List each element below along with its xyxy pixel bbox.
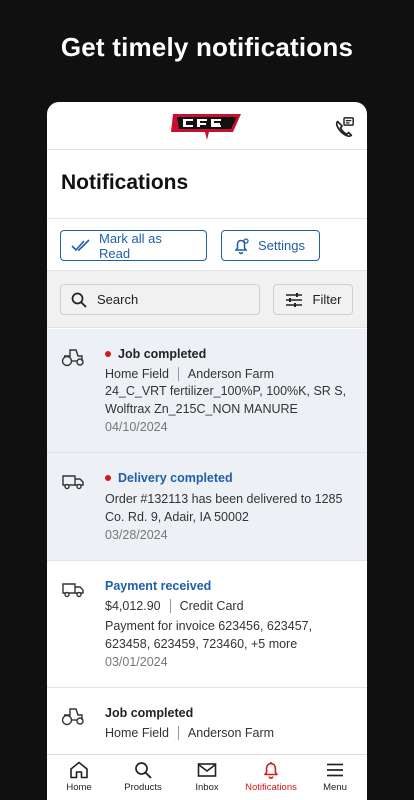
top-bar: [47, 102, 367, 150]
notification-list: Job completed Home Field Anderson Farm 2…: [47, 329, 367, 754]
search-input[interactable]: Search: [60, 284, 260, 315]
notification-title: Payment received: [105, 579, 212, 593]
meta-divider: [169, 599, 171, 613]
notification-title-row: Job completed: [105, 706, 351, 720]
meta-farm: Anderson Farm: [187, 726, 275, 740]
mark-all-read-button[interactable]: Mark all as Read: [60, 230, 207, 261]
notification-title: Job completed: [118, 347, 207, 361]
search-icon: [135, 762, 152, 779]
tab-label: Inbox: [195, 782, 219, 793]
notification-meta: $4,012.90 Credit Card: [105, 599, 351, 613]
notification-date: 03/01/2024: [105, 655, 168, 669]
tractor-icon: [61, 349, 84, 367]
unread-dot: [105, 475, 111, 481]
notification-date: 04/10/2024: [105, 420, 168, 434]
tab-label: Home: [66, 782, 92, 793]
notification-meta: Home Field Anderson Farm: [105, 726, 351, 740]
phone-contact-icon[interactable]: [333, 116, 355, 138]
tab-notifications[interactable]: Notifications: [239, 755, 303, 800]
action-row: Mark all as Read Settings: [47, 219, 367, 271]
filter-button[interactable]: Filter: [273, 284, 353, 315]
notification-body: 24_C_VRT fertilizer_100%P, 100%K, SR S, …: [105, 384, 347, 416]
mark-all-read-label: Mark all as Read: [99, 230, 162, 261]
tractor-icon: [61, 708, 84, 726]
notification-body: Payment for invoice 623456, 623457, 6234…: [105, 619, 313, 651]
notification-item[interactable]: Job completed Home Field Anderson Farm: [47, 688, 367, 740]
promo-headline: Get timely notifications: [60, 32, 354, 62]
notification-meta: Home Field Anderson Farm: [105, 367, 351, 381]
meta-divider: [177, 367, 179, 381]
notification-title-row: Job completed: [105, 347, 351, 361]
filter-label: Filter: [312, 292, 342, 307]
search-icon: [71, 292, 87, 308]
notification-title: Delivery completed: [118, 471, 233, 485]
page-title: Notifications: [47, 150, 367, 219]
tab-label: Notifications: [245, 782, 297, 793]
sliders-icon: [285, 292, 302, 307]
search-placeholder: Search: [97, 292, 139, 307]
mail-icon: [197, 763, 217, 777]
meta-divider: [177, 726, 179, 740]
menu-icon: [327, 763, 343, 777]
meta-field: Home Field: [105, 367, 169, 381]
meta-farm: Anderson Farm: [187, 367, 275, 381]
truck-icon: [62, 583, 84, 598]
tab-products[interactable]: Products: [111, 755, 175, 800]
notification-item[interactable]: Job completed Home Field Anderson Farm 2…: [47, 329, 367, 453]
notification-body: Order #132113 has been delivered to 1285…: [105, 492, 343, 524]
tab-label: Menu: [323, 782, 347, 793]
notification-title-row: Payment received: [105, 579, 351, 593]
notification-title: Job completed: [105, 706, 194, 720]
bell-settings-icon: [234, 237, 249, 254]
meta-amount: $4,012.90: [105, 599, 161, 613]
home-icon: [70, 761, 88, 779]
notification-title-row: Delivery completed: [105, 471, 351, 485]
tab-inbox[interactable]: Inbox: [175, 755, 239, 800]
tab-menu[interactable]: Menu: [303, 755, 367, 800]
company-logo: [171, 114, 241, 140]
tab-home[interactable]: Home: [47, 755, 111, 800]
settings-button[interactable]: Settings: [221, 230, 320, 261]
notification-date: 03/28/2024: [105, 528, 168, 542]
truck-icon: [62, 475, 84, 490]
notification-item[interactable]: Payment received $4,012.90 Credit Card P…: [47, 561, 367, 688]
bottom-tab-bar: Home Products Inbox Notifications Menu: [47, 754, 367, 800]
search-row: Search Filter: [47, 271, 367, 328]
double-check-icon: [71, 238, 90, 251]
app-screen: Notifications Mark all as Read Settings …: [47, 102, 367, 800]
tab-label: Products: [124, 782, 162, 793]
settings-label: Settings: [258, 238, 305, 253]
meta-field: Home Field: [105, 726, 169, 740]
bell-icon: [264, 762, 278, 779]
meta-method: Credit Card: [179, 599, 244, 613]
unread-dot: [105, 351, 111, 357]
notification-item[interactable]: Delivery completed Order #132113 has bee…: [47, 453, 367, 561]
